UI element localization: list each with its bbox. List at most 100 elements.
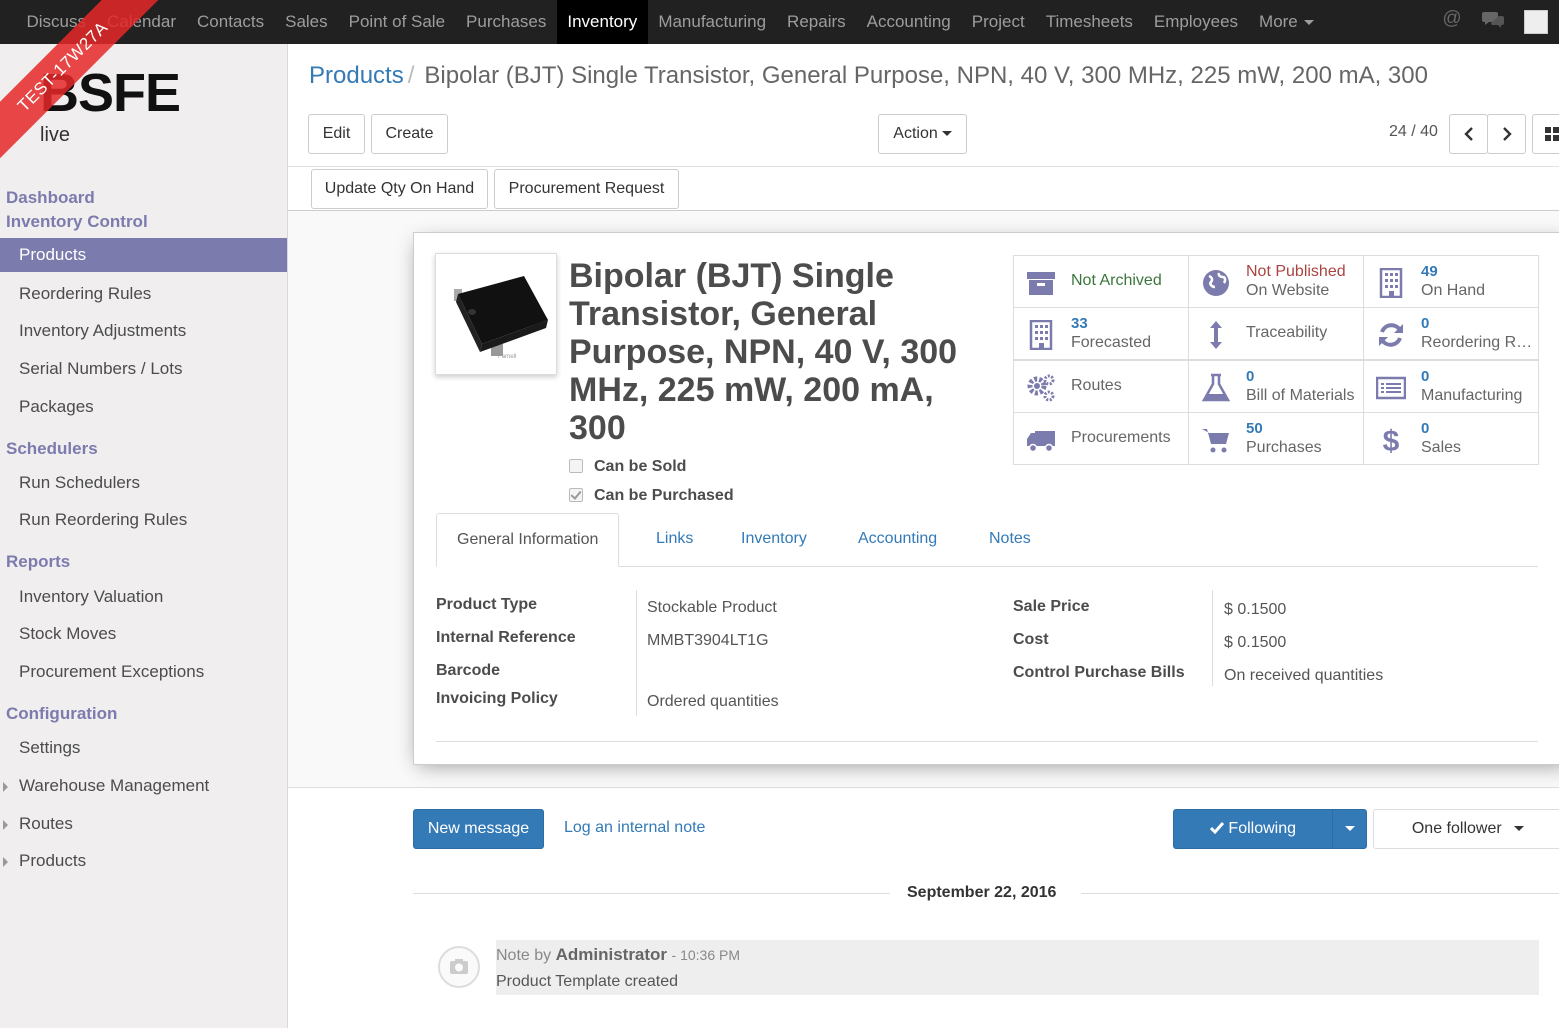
breadcrumb-products-link[interactable]: Products: [309, 62, 404, 89]
menu-point-of-sale[interactable]: Point of Sale: [338, 0, 455, 44]
manufacturing-button[interactable]: 0 Manufacturing: [1363, 360, 1539, 413]
pager-next-button[interactable]: [1487, 114, 1526, 154]
product-type-value[interactable]: Stockable Product: [647, 599, 777, 617]
forecasted-button[interactable]: 33 Forecasted: [1013, 307, 1189, 360]
flask-icon: [1201, 373, 1231, 402]
menu-sales[interactable]: Sales: [275, 0, 339, 44]
tab-inventory[interactable]: Inventory: [741, 513, 807, 567]
sidebar-item-warehouse-management[interactable]: Warehouse Management: [0, 769, 287, 803]
following-button[interactable]: Following: [1173, 809, 1333, 849]
menu-repairs[interactable]: Repairs: [777, 0, 857, 44]
sales-button[interactable]: $ 0 Sales: [1363, 412, 1539, 465]
sale-price-value[interactable]: $ 0.1500: [1224, 601, 1286, 619]
at-icon[interactable]: @: [1441, 8, 1463, 30]
purchases-label: Purchases: [1246, 439, 1322, 456]
tab-accounting[interactable]: Accounting: [858, 513, 937, 567]
product-image[interactable]: Farnell: [435, 253, 557, 375]
pager-previous-button[interactable]: [1449, 114, 1488, 154]
sidebar-item-config-products[interactable]: Products: [0, 844, 287, 878]
date-label: September 22, 2016: [907, 884, 1057, 901]
traceability-button[interactable]: Traceability: [1188, 307, 1364, 360]
breadcrumb-separator: /: [407, 62, 415, 89]
new-message-button[interactable]: New message: [413, 809, 544, 849]
sidebar-item-stock-moves[interactable]: Stock Moves: [0, 617, 287, 651]
menu-employees[interactable]: Employees: [1143, 0, 1248, 44]
on-hand-label: On Hand: [1421, 282, 1486, 299]
sidebar-item-run-schedulers[interactable]: Run Schedulers: [0, 466, 287, 500]
sidebar-item-reordering-rules[interactable]: Reordering Rules: [0, 277, 287, 311]
menu-purchases[interactable]: Purchases: [456, 0, 557, 44]
menu-accounting[interactable]: Accounting: [856, 0, 961, 44]
archive-toggle-button[interactable]: Not Archived: [1013, 255, 1189, 308]
menu-project[interactable]: Project: [961, 0, 1035, 44]
menu-more[interactable]: More: [1249, 0, 1325, 44]
invoicing-policy-value[interactable]: Ordered quantities: [647, 693, 779, 711]
sidebar-section-dashboard[interactable]: Dashboard: [6, 188, 95, 208]
sidebar-item-serial-numbers[interactable]: Serial Numbers / Lots: [0, 352, 287, 386]
cost-label: Cost: [1013, 631, 1049, 648]
can-be-purchased-checkbox[interactable]: [569, 488, 583, 502]
update-qty-button[interactable]: Update Qty On Hand: [311, 169, 488, 209]
menu-inventory[interactable]: Inventory: [556, 0, 648, 44]
user-avatar[interactable]: [1524, 10, 1548, 34]
svg-text:$: $: [1383, 425, 1400, 455]
sidebar-item-inventory-valuation[interactable]: Inventory Valuation: [0, 580, 287, 614]
sidebar-item-procurement-exceptions[interactable]: Procurement Exceptions: [0, 655, 287, 689]
sidebar-item-run-reordering-rules[interactable]: Run Reordering Rules: [0, 503, 287, 537]
website-publish-button[interactable]: Not Published On Website: [1188, 255, 1364, 308]
menu-manufacturing[interactable]: Manufacturing: [648, 0, 777, 44]
tab-links[interactable]: Links: [656, 513, 693, 567]
internal-reference-value[interactable]: MMBT3904LT1G: [647, 632, 769, 650]
following-dropdown-toggle[interactable]: [1332, 809, 1367, 849]
edit-button[interactable]: Edit: [308, 114, 365, 154]
control-purchase-bills-value[interactable]: On received quantities: [1224, 667, 1383, 685]
message-author[interactable]: Administrator: [556, 945, 667, 964]
sidebar-item-label: Warehouse Management: [19, 776, 210, 795]
expand-triangle-icon: [3, 857, 8, 867]
refresh-icon: [1379, 323, 1403, 347]
message-header: Note by Administrator - 10:36 PM: [496, 945, 740, 965]
menu-timesheets[interactable]: Timesheets: [1035, 0, 1143, 44]
menu-more-label: More: [1259, 12, 1298, 31]
archive-icon: [1027, 272, 1055, 295]
sidebar-section-schedulers: Schedulers: [6, 439, 98, 458]
list-icon: [1376, 376, 1406, 400]
procurement-request-button[interactable]: Procurement Request: [494, 169, 679, 209]
message-body: Product Template created: [496, 973, 679, 990]
sidebar-item-settings[interactable]: Settings: [0, 731, 287, 765]
log-note-link[interactable]: Log an internal note: [564, 819, 705, 837]
followers-dropdown[interactable]: One follower: [1373, 809, 1559, 849]
date-separator: September 22, 2016: [413, 881, 1559, 907]
sidebar-item-packages[interactable]: Packages: [0, 390, 287, 424]
sidebar-item-products[interactable]: Products: [0, 238, 287, 272]
cost-value[interactable]: $ 0.1500: [1224, 634, 1286, 652]
sidebar-item-routes[interactable]: Routes: [0, 807, 287, 841]
kanban-view-button[interactable]: [1532, 114, 1559, 154]
caret-down-icon: [1344, 826, 1355, 832]
action-dropdown[interactable]: Action: [878, 114, 967, 154]
reordering-rules-label: Reordering Rules: [1421, 334, 1539, 351]
menu-calendar[interactable]: Calendar: [97, 0, 187, 44]
menu-contacts[interactable]: Contacts: [187, 0, 275, 44]
create-button[interactable]: Create: [371, 114, 448, 154]
product-type-label: Product Type: [436, 596, 538, 613]
breadcrumb: Products / Bipolar (BJT) Single Transistor…: [309, 62, 1428, 90]
procurements-button[interactable]: Procurements: [1013, 412, 1189, 465]
tab-notes[interactable]: Notes: [989, 513, 1031, 567]
chat-icon[interactable]: [1482, 11, 1504, 28]
routes-button[interactable]: Routes: [1013, 360, 1189, 413]
tab-general-information[interactable]: General Information: [436, 513, 620, 567]
pager-value[interactable]: 24 / 40: [1389, 123, 1438, 141]
on-hand-button[interactable]: 49 On Hand: [1363, 255, 1539, 308]
bom-button[interactable]: 0 Bill of Materials: [1188, 360, 1364, 413]
reordering-rules-button[interactable]: 0 Reordering Rules: [1363, 307, 1539, 360]
sheet-divider: [436, 741, 1538, 742]
product-title[interactable]: Bipolar (BJT) Single Transistor, General…: [569, 257, 979, 447]
manufacturing-label: Manufacturing: [1421, 387, 1523, 404]
sidebar-item-inventory-adjustments[interactable]: Inventory Adjustments: [0, 314, 287, 348]
forecasted-label: Forecasted: [1071, 334, 1152, 351]
can-be-sold-checkbox[interactable]: [569, 459, 583, 473]
message-author-avatar[interactable]: [438, 946, 480, 988]
menu-discuss[interactable]: Discuss: [16, 0, 97, 44]
purchases-button[interactable]: 50 Purchases: [1188, 412, 1364, 465]
